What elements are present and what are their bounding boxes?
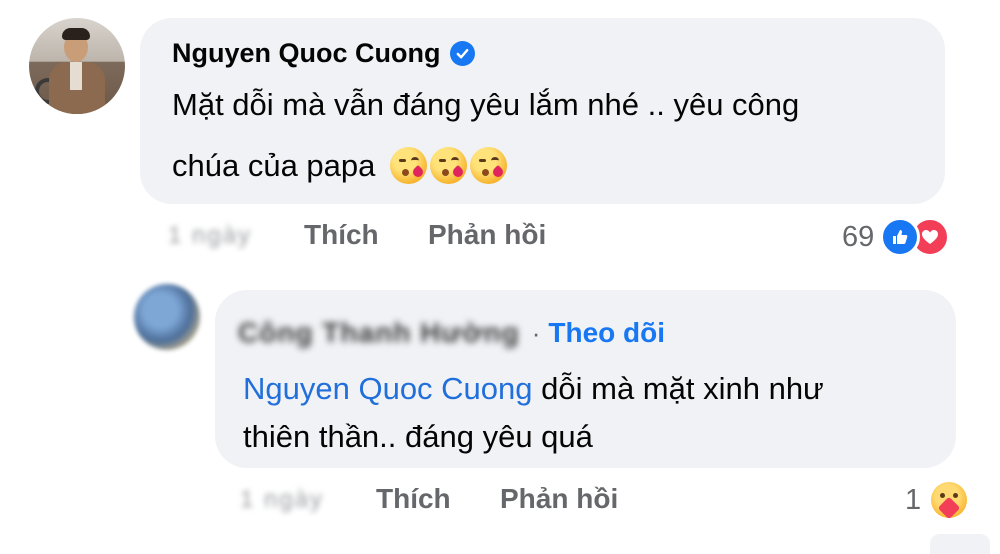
avatar-photo-detail — [70, 62, 82, 90]
author-avatar[interactable] — [29, 18, 125, 114]
comment-text-line: chúa của papa — [172, 135, 508, 196]
reply-text-fragment: dỗi mà mặt xinh như — [532, 371, 824, 406]
reply-author-row: Công Thanh Hường · Theo dõi — [238, 317, 665, 349]
follow-button[interactable]: Theo dõi — [548, 317, 665, 349]
kissing-heart-emoji — [390, 147, 428, 184]
like-button[interactable]: Thích — [304, 219, 379, 251]
reply-reply-button[interactable]: Phản hồi — [500, 483, 618, 515]
reply-author-avatar[interactable] — [134, 284, 200, 350]
reply-like-button[interactable]: Thích — [376, 483, 451, 515]
comment-author-name[interactable]: Nguyen Quoc Cuong — [172, 38, 440, 69]
kissing-heart-emoji — [430, 147, 468, 184]
comment-text-fragment: chúa của papa — [172, 148, 376, 183]
comment-timestamp[interactable]: 1 ngày — [168, 222, 252, 250]
reply-reaction-count: 1 — [905, 483, 922, 516]
reaction-summary[interactable]: 69 — [842, 217, 951, 257]
next-comment-bubble-edge — [930, 534, 990, 554]
like-icon — [880, 217, 921, 257]
verified-badge-icon — [450, 41, 476, 66]
reply-author-name[interactable]: Công Thanh Hường — [238, 317, 520, 349]
reply-text-line: thiên thần.. đáng yêu quá — [243, 419, 593, 454]
comment-author-row: Nguyen Quoc Cuong — [172, 38, 476, 69]
care-icon — [931, 482, 968, 520]
mention-link[interactable]: Nguyen Quoc Cuong — [243, 371, 533, 406]
avatar-photo-detail — [62, 28, 90, 40]
reply-button[interactable]: Phản hồi — [428, 219, 546, 251]
reply-reaction-summary[interactable]: 1 — [905, 482, 968, 520]
separator-dot: · — [531, 317, 541, 348]
kissing-heart-emoji — [470, 147, 508, 184]
comment-text-line: Mặt dỗi mà vẫn đáng yêu lắm nhé .. yêu c… — [172, 87, 800, 122]
reaction-count: 69 — [842, 220, 875, 253]
reply-timestamp[interactable]: 1 ngày — [240, 486, 324, 514]
